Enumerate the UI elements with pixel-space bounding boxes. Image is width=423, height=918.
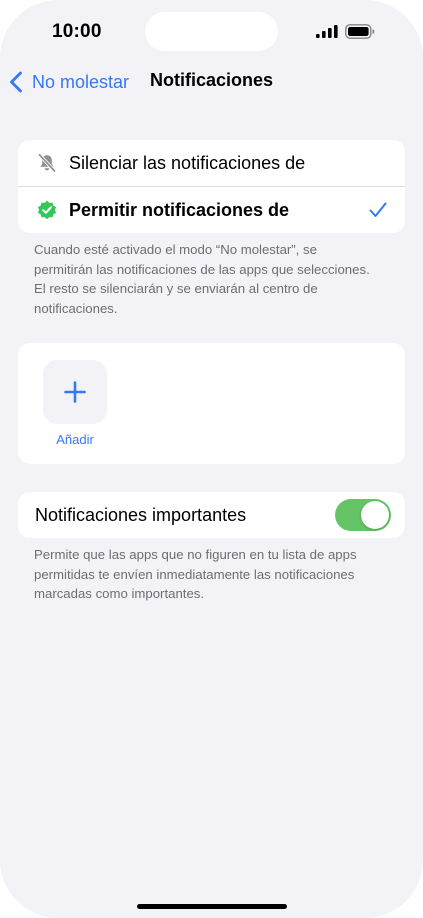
- page-title: Notificaciones: [150, 70, 274, 90]
- important-notifications-label: Notificaciones importantes: [35, 505, 247, 525]
- option-allow-label: Permitir notificaciones de: [69, 199, 290, 220]
- important-footnote: Permite que las apps que no figuren en t…: [34, 547, 357, 601]
- mode-footnote: Cuando esté activado el modo “No molesta…: [34, 242, 370, 316]
- verified-badge-icon: [37, 200, 57, 220]
- add-app-label[interactable]: Añadir: [43, 432, 107, 447]
- mode-group: Silenciar las notificaciones de Permitir…: [18, 140, 405, 233]
- dynamic-island: [145, 12, 278, 51]
- back-label: No molestar: [32, 71, 130, 92]
- status-time: 10:00: [52, 21, 102, 42]
- toggle-knob: [361, 501, 389, 529]
- checkmark-icon: [369, 202, 387, 217]
- bell-slash-icon: [37, 153, 57, 173]
- home-indicator[interactable]: [137, 904, 287, 909]
- option-silence[interactable]: Silenciar las notificaciones de: [18, 140, 405, 186]
- option-silence-label: Silenciar las notificaciones de: [69, 152, 306, 173]
- plus-icon: [64, 381, 86, 403]
- add-app-button[interactable]: [43, 360, 107, 424]
- phone-screen: 10:00 No molestar Notificaciones Silenci…: [0, 0, 423, 918]
- important-notifications-toggle[interactable]: [335, 499, 391, 531]
- option-allow[interactable]: Permitir notificaciones de: [18, 187, 405, 233]
- chevron-left-icon: [10, 71, 22, 93]
- back-button[interactable]: No molestar: [9, 68, 129, 96]
- battery-icon: [345, 24, 375, 39]
- cellular-signal-icon: [316, 25, 338, 38]
